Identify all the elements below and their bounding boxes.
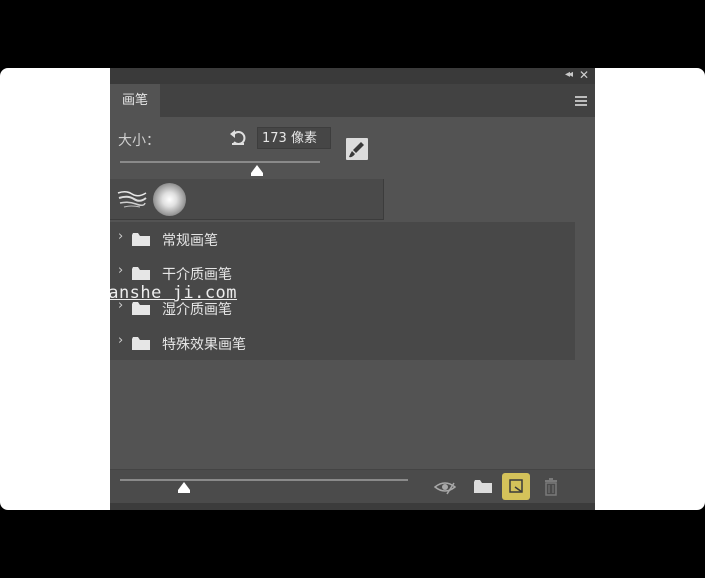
collapse-panel-icon[interactable]: ◂◂ — [565, 69, 573, 80]
list-item[interactable]: › 常规画笔 — [110, 224, 575, 254]
brush-preview — [110, 179, 384, 220]
brush-settings-button[interactable] — [346, 138, 368, 160]
tab-row: 画笔 — [110, 84, 595, 117]
panel-menu-icon[interactable] — [575, 96, 587, 106]
size-slider-track[interactable] — [120, 161, 320, 163]
size-slider-thumb[interactable] — [251, 165, 263, 176]
preview-size-slider-track[interactable] — [120, 479, 408, 481]
bottom-toolbar — [110, 469, 595, 504]
list-item-label: 常规画笔 — [162, 233, 218, 249]
folder-icon — [132, 337, 150, 350]
eye-icon[interactable] — [434, 477, 456, 497]
brush-settings-icon — [349, 142, 364, 158]
list-item[interactable]: › 特殊效果画笔 — [110, 328, 575, 358]
size-label: 大小： — [118, 133, 160, 149]
preview-size-slider-thumb[interactable] — [178, 482, 190, 493]
reset-icon[interactable] — [228, 128, 248, 148]
folder-icon — [132, 267, 150, 280]
folder-icon — [132, 302, 150, 315]
folder-icon — [132, 233, 150, 246]
list-item-label: 特殊效果画笔 — [162, 337, 246, 353]
watermark-text: idianshe ji.com — [76, 283, 238, 303]
trash-icon[interactable] — [540, 477, 562, 497]
soft-round-brush-preview[interactable] — [153, 183, 186, 216]
chevron-right-icon[interactable]: › — [118, 333, 123, 348]
panel-bottom-edge — [110, 503, 595, 510]
size-input[interactable]: 173 像素 — [257, 127, 331, 149]
brush-stroke-preview[interactable] — [116, 188, 148, 210]
tab-brushes[interactable]: 画笔 — [110, 84, 160, 117]
folder-icon[interactable] — [472, 477, 494, 497]
panel-title-bar: ◂◂ ✕ — [110, 68, 595, 84]
new-brush-icon — [509, 479, 523, 493]
chevron-right-icon[interactable]: › — [118, 263, 123, 278]
chevron-right-icon[interactable]: › — [118, 229, 123, 244]
close-panel-icon[interactable]: ✕ — [579, 68, 589, 82]
new-brush-button[interactable] — [502, 473, 530, 500]
list-item-label: 干介质画笔 — [162, 267, 232, 283]
